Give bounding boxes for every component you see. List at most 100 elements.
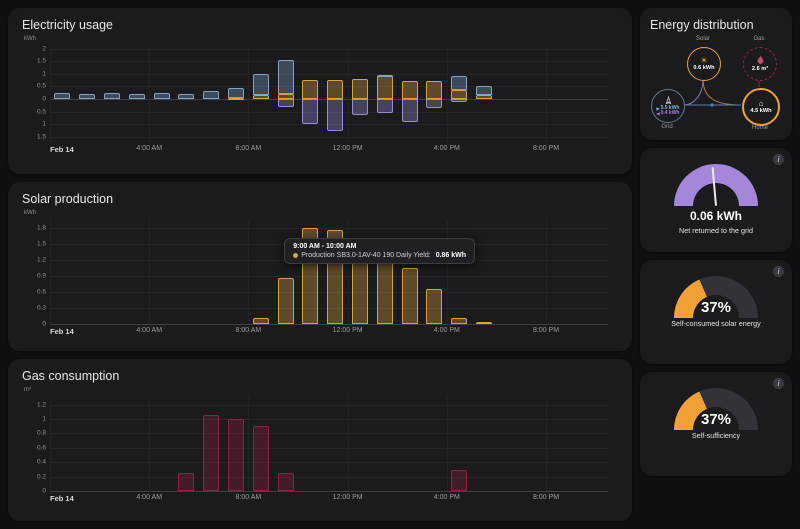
gauge-card-self-sufficiency[interactable]: i 37% Self-sufficiency xyxy=(640,372,792,476)
net-returned-gauge xyxy=(674,164,758,207)
chart-bar[interactable] xyxy=(153,92,170,100)
chart-bar[interactable] xyxy=(203,415,220,492)
y-axis-label: 0.5 xyxy=(36,82,46,90)
gridline-vertical xyxy=(50,46,51,142)
chart-bar[interactable] xyxy=(451,90,468,100)
chart-bar[interactable] xyxy=(426,81,443,100)
chart-bar[interactable] xyxy=(252,426,269,492)
chart-bar[interactable] xyxy=(277,277,294,324)
chart-bar[interactable] xyxy=(203,91,220,100)
tooltip-value: 0.86 kWh xyxy=(435,252,467,260)
chart-plot[interactable]: m³ 1.2 1 0.8 0.6 0.4 0.2 0 Feb 14 4:00 AM 8:00 AM 1… xyxy=(24,387,608,503)
series-dot-icon xyxy=(293,253,299,259)
chart-bar[interactable] xyxy=(476,86,492,96)
home-node[interactable]: ⌂ 4.5 kWh xyxy=(742,88,780,126)
chart-bar[interactable] xyxy=(451,318,468,324)
gridline-vertical xyxy=(50,397,51,492)
gas-value: 2.6 m³ xyxy=(751,66,769,73)
chart-bar[interactable] xyxy=(228,97,244,100)
chart-bar[interactable] xyxy=(302,80,319,100)
chart-bar[interactable] xyxy=(376,259,393,324)
chart-bar[interactable] xyxy=(376,75,393,78)
y-axis-label: 1.2 xyxy=(36,401,46,408)
chart-bar[interactable] xyxy=(376,99,393,113)
x-axis-label: 4:00 AM xyxy=(136,145,163,152)
solar-node[interactable]: ☀ 0.6 kWh xyxy=(687,47,721,81)
chart-bar[interactable] xyxy=(401,267,418,324)
home-icon: ⌂ xyxy=(758,98,764,108)
chart-bar[interactable] xyxy=(327,99,344,131)
y-axis-label: 0.6 xyxy=(36,444,46,452)
chart-bar[interactable] xyxy=(451,469,468,492)
solar-production-card: Solar production 9:00 AM - 10:00 AM Prod… xyxy=(8,181,632,352)
chart-bar[interactable] xyxy=(252,95,269,100)
gas-consumption-card: Gas consumption m³ 1.2 1 0.8 0.6 0.4 0.2 0 Feb 1… xyxy=(8,359,632,522)
info-icon[interactable]: i xyxy=(773,378,784,389)
gridline-vertical xyxy=(347,46,349,142)
gridline-vertical xyxy=(248,397,250,492)
solar-production-chart[interactable]: 9:00 AM - 10:00 AM Production SB3.0-1AV-… xyxy=(22,210,618,340)
chart-bar[interactable] xyxy=(104,92,120,100)
tooltip-row: Production SB3.0-1AV-40 190 Daily Yield:… xyxy=(293,252,466,259)
x-axis-label: 4:00 PM xyxy=(433,494,460,502)
gauge-card-self-consumed[interactable]: i 37% Self-consumed solar energy xyxy=(640,260,792,364)
x-axis-label: 8:00 AM xyxy=(235,494,262,502)
chart-bar[interactable] xyxy=(54,92,71,100)
chart-bar[interactable] xyxy=(426,99,443,108)
chart-bar[interactable] xyxy=(426,289,443,324)
gridline-vertical xyxy=(149,397,151,492)
grid-node[interactable]: ▶ 5.5 kWh ◀ 0.4 kWh xyxy=(651,89,685,123)
x-axis-label: 8:00 AM xyxy=(235,326,262,334)
card-title: Energy distribution xyxy=(650,18,754,32)
gauge-label: Self-sufficiency xyxy=(691,431,741,440)
chart-bar[interactable] xyxy=(277,59,294,94)
chart-bar[interactable] xyxy=(79,94,96,100)
electricity-usage-card: Electricity usage kWh 2 1.5 1 0.5 0 0.5 1 1.5 Feb… xyxy=(8,8,632,174)
chart-bar[interactable] xyxy=(451,76,468,91)
gas-consumption-chart[interactable]: m³ 1.2 1 0.8 0.6 0.4 0.2 0 Feb 14 4:00 AM 8:00 AM 1… xyxy=(22,387,618,507)
chart-bar[interactable] xyxy=(352,99,368,116)
arrow-right-icon: ▶ xyxy=(656,105,660,111)
sun-icon: ☀ xyxy=(700,55,708,65)
chart-bar[interactable] xyxy=(228,87,244,98)
gridline-vertical xyxy=(248,46,250,142)
chart-bar[interactable] xyxy=(352,78,368,100)
chart-bar[interactable] xyxy=(376,76,393,100)
y-axis-label: 1 xyxy=(42,70,46,78)
chart-bar[interactable] xyxy=(327,80,344,100)
x-axis-label: 4:00 PM xyxy=(433,326,460,334)
chart-bar[interactable] xyxy=(178,473,195,492)
chart-bar[interactable] xyxy=(352,259,368,324)
x-axis-label: 8:00 PM xyxy=(532,326,560,334)
chart-plot[interactable]: kWh 2 1.5 1 0.5 0 0.5 1 1.5 Feb 14 4:00 AM 8:00 AM 1… xyxy=(24,36,608,154)
gridline-vertical xyxy=(347,397,349,492)
x-axis-label: 8:00 AM xyxy=(235,145,262,152)
chart-bar[interactable] xyxy=(451,99,468,102)
x-axis-label: Feb 14 xyxy=(50,145,74,154)
chart-bar[interactable] xyxy=(252,73,269,96)
flame-icon xyxy=(757,55,764,66)
chart-bar[interactable] xyxy=(476,95,492,100)
electricity-usage-chart[interactable]: kWh 2 1.5 1 0.5 0 0.5 1 1.5 Feb 14 4:00 AM 8:00 AM 1… xyxy=(22,36,618,158)
gridline-vertical xyxy=(248,219,250,324)
y-axis-label: 1.2 xyxy=(36,256,46,264)
chart-bar[interactable] xyxy=(277,473,294,492)
chart-bar[interactable] xyxy=(128,94,145,100)
chart-bar[interactable] xyxy=(277,99,294,107)
axis-unit-label: kWh xyxy=(24,209,36,216)
chart-bar[interactable] xyxy=(401,99,418,122)
chart-bar[interactable] xyxy=(228,418,244,492)
info-icon[interactable]: i xyxy=(773,266,784,277)
chart-bar[interactable] xyxy=(302,99,319,125)
chart-bar[interactable] xyxy=(252,318,269,324)
grid-node-label: Grid xyxy=(661,124,673,130)
chart-bar[interactable] xyxy=(178,94,195,100)
chart-plot[interactable]: kWh 1.8 1.5 1.2 0.9 0.6 0.3 0 Feb 14 4:00 AM 8:00 … xyxy=(24,210,608,336)
gauge-value: 37% xyxy=(700,299,732,316)
info-icon[interactable]: i xyxy=(773,154,784,165)
gas-node[interactable]: 2.6 m³ xyxy=(743,47,777,81)
chart-bar[interactable] xyxy=(476,322,492,325)
gauge-card-net-returned[interactable]: i 0.06 kWh Net returned to the grid xyxy=(640,148,792,252)
gridline-horizontal xyxy=(50,404,608,406)
chart-bar[interactable] xyxy=(401,81,418,100)
